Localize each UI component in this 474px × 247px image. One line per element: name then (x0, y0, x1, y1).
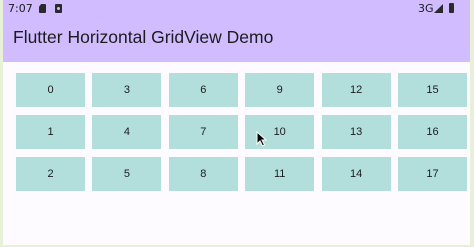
grid-tile[interactable]: 9 (245, 73, 315, 107)
app-bar: 7:07 3G Flutter Horizontal GridView Demo (3, 0, 470, 62)
grid-tile[interactable]: 5 (92, 157, 162, 191)
horizontal-grid-view[interactable]: 0 1 2 3 4 5 6 7 8 9 10 11 12 13 14 15 16 17 (16, 73, 470, 193)
mouse-cursor-icon (256, 131, 267, 147)
photo-icon (55, 4, 62, 13)
phone-screen: 7:07 3G Flutter Horizontal GridView Demo… (3, 0, 470, 245)
grid-tile[interactable]: 16 (398, 115, 467, 149)
grid-tile[interactable]: 8 (168, 157, 238, 191)
grid-tile[interactable]: 3 (92, 73, 162, 107)
grid-tile[interactable]: 4 (92, 115, 162, 149)
grid-tile[interactable]: 0 (16, 73, 85, 107)
grid-tile[interactable]: 6 (168, 73, 238, 107)
grid-tile[interactable]: 13 (321, 115, 391, 149)
grid-tile[interactable]: 7 (168, 115, 238, 149)
grid-tile[interactable]: 1 (16, 115, 85, 149)
app-bar-title: Flutter Horizontal GridView Demo (13, 27, 274, 47)
signal-icon (434, 4, 443, 13)
grid-tile[interactable]: 17 (398, 157, 467, 191)
status-time: 7:07 (8, 2, 33, 15)
grid-tile[interactable]: 11 (245, 157, 315, 191)
grid-tile[interactable]: 12 (321, 73, 391, 107)
grid-tile[interactable]: 15 (398, 73, 467, 107)
battery-icon (449, 3, 454, 13)
sd-card-icon (39, 4, 46, 13)
grid-tile[interactable]: 14 (321, 157, 391, 191)
network-type-label: 3G (418, 2, 434, 15)
grid-tile[interactable]: 2 (16, 157, 85, 191)
status-bar: 7:07 3G (3, 0, 470, 18)
